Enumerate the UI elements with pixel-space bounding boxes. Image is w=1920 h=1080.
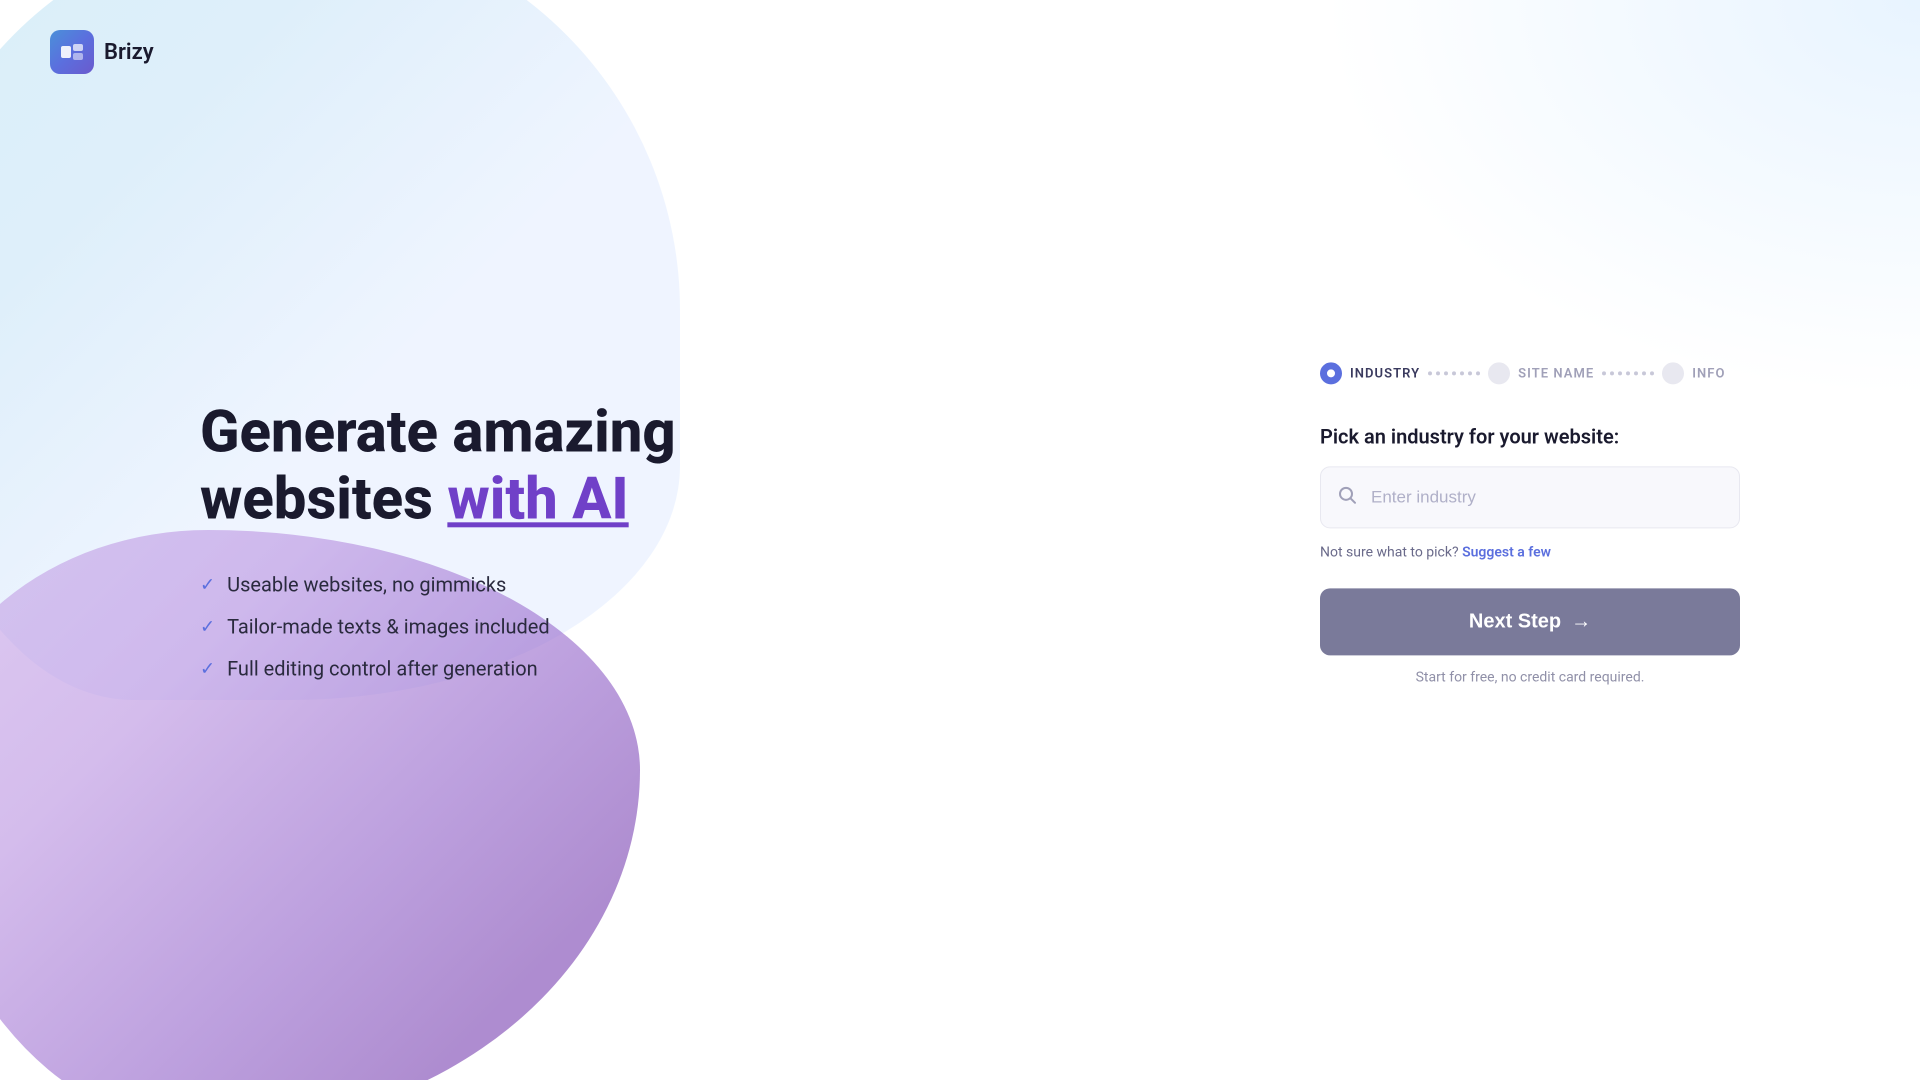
logo-text: Brizy [104, 40, 154, 65]
step-3-circle [1662, 362, 1684, 384]
right-panel: INDUSTRY SITE NAME INFO [1320, 362, 1740, 685]
search-icon [1338, 486, 1356, 509]
step-1: INDUSTRY [1320, 362, 1420, 384]
dot [1602, 371, 1606, 375]
dot [1650, 371, 1654, 375]
heading-highlight: with AI [447, 465, 628, 533]
heading-line2-plain: websites [200, 465, 447, 533]
dot [1618, 371, 1622, 375]
step-dots-1 [1428, 371, 1480, 375]
arrow-icon: → [1571, 610, 1591, 633]
feature-item-1: ✓ Useable websites, no gimmicks [200, 573, 676, 597]
check-icon-2: ✓ [200, 616, 215, 637]
step-1-circle [1320, 362, 1342, 384]
check-icon-1: ✓ [200, 574, 215, 595]
logo: Brizy [50, 30, 154, 74]
dot [1610, 371, 1614, 375]
step-2-circle [1488, 362, 1510, 384]
industry-input[interactable] [1320, 466, 1740, 528]
dot [1436, 371, 1440, 375]
step-2: SITE NAME [1488, 362, 1594, 384]
feature-item-2: ✓ Tailor-made texts & images included [200, 615, 676, 639]
features-list: ✓ Useable websites, no gimmicks ✓ Tailor… [200, 573, 676, 681]
check-icon-3: ✓ [200, 658, 215, 679]
heading-line1: Generate amazing [200, 398, 676, 466]
logo-icon [50, 30, 94, 74]
dot [1444, 371, 1448, 375]
dot [1460, 371, 1464, 375]
step-2-label: SITE NAME [1518, 366, 1594, 381]
step-1-label: INDUSTRY [1350, 366, 1420, 381]
main-heading: Generate amazing websites with AI [200, 399, 676, 532]
feature-item-3: ✓ Full editing control after generation [200, 657, 676, 681]
form-section-label: Pick an industry for your website: [1320, 424, 1740, 448]
dot [1642, 371, 1646, 375]
step-indicator: INDUSTRY SITE NAME INFO [1320, 362, 1740, 384]
step-3-label: INFO [1692, 366, 1725, 381]
suggest-link[interactable]: Suggest a few [1462, 544, 1551, 560]
left-content: Generate amazing websites with AI ✓ Usea… [200, 399, 676, 680]
header: Brizy [0, 0, 1920, 104]
dot [1626, 371, 1630, 375]
dot [1452, 371, 1456, 375]
next-step-button[interactable]: Next Step → [1320, 588, 1740, 655]
search-input-wrapper [1320, 466, 1740, 528]
dot [1634, 371, 1638, 375]
dot [1428, 371, 1432, 375]
step-3: INFO [1662, 362, 1725, 384]
step-dots-2 [1602, 371, 1654, 375]
suggest-text: Not sure what to pick? Suggest a few [1320, 544, 1740, 560]
next-step-label: Next Step [1469, 610, 1561, 633]
dot [1476, 371, 1480, 375]
free-text: Start for free, no credit card required. [1320, 669, 1740, 685]
dot [1468, 371, 1472, 375]
